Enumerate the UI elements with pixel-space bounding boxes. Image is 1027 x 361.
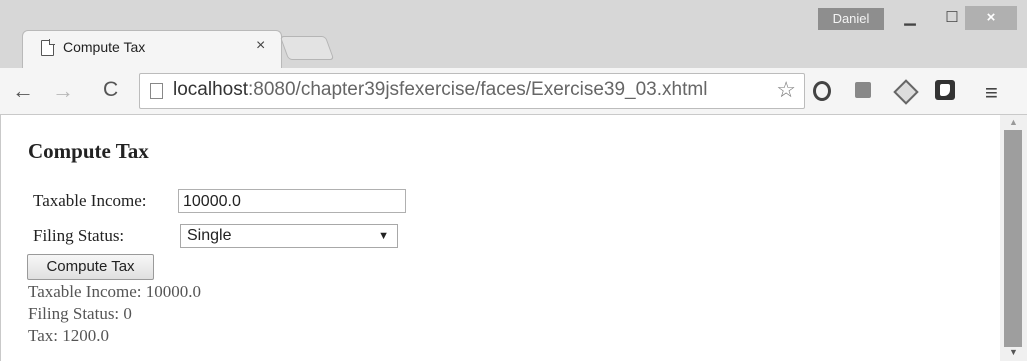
stack-icon[interactable] [855,82,871,98]
page-info-icon[interactable] [150,83,163,99]
page-icon [41,39,55,56]
filing-status-select[interactable]: Single ▼ [180,224,398,248]
tab-title: Compute Tax [63,39,146,55]
result-taxable-income: Taxable Income: 10000.0 [28,282,202,301]
forward-button[interactable]: → [52,78,74,104]
income-label: Taxable Income: [33,191,147,210]
new-tab-button[interactable] [279,36,335,60]
url-host: localhost [173,79,248,100]
bookmark-star-icon[interactable]: ☆ [776,77,796,103]
scroll-down-icon[interactable]: ▼ [1009,347,1018,357]
taxable-income-input[interactable]: 10000.0 [178,189,406,213]
scrollbar-thumb[interactable] [1004,130,1022,347]
tab-close-icon[interactable]: × [256,37,265,55]
reload-button[interactable]: C [103,78,118,102]
title-bar: Daniel ▁ ☐ × Compute Tax × [0,0,1027,69]
tab-compute-tax[interactable]: Compute Tax × [22,30,282,69]
opera-icon[interactable] [813,81,831,101]
cube-icon[interactable] [893,79,919,105]
vertical-scrollbar[interactable]: ▲ ▼ [1000,115,1027,361]
scroll-up-icon[interactable]: ▲ [1009,117,1018,127]
shield-icon[interactable] [935,80,955,100]
page-content: Compute Tax Taxable Income: 10000.0 Fili… [1,115,998,361]
back-button[interactable]: ← [12,78,34,104]
user-profile-badge[interactable]: Daniel [818,8,884,30]
browser-window: Daniel ▁ ☐ × Compute Tax × ← → C localho… [0,0,1027,361]
minimize-button[interactable]: ▁ [888,6,932,30]
url-path: :8080/chapter39jsfexercise/faces/Exercis… [248,79,708,100]
address-bar[interactable]: localhost:8080/chapter39jsfexercise/face… [139,73,805,109]
result-filing-status: Filing Status: 0 [28,304,132,323]
result-tax: Tax: 1200.0 [28,326,109,345]
page-title: Compute Tax [28,139,149,163]
filing-status-label: Filing Status: [33,226,125,245]
page-viewport: Compute Tax Taxable Income: 10000.0 Fili… [0,115,1027,361]
menu-icon[interactable]: ≡ [985,80,998,106]
url-text[interactable]: localhost:8080/chapter39jsfexercise/face… [173,79,707,101]
close-window-button[interactable]: × [965,6,1017,30]
compute-tax-button[interactable]: Compute Tax [27,254,154,280]
dropdown-arrow-icon: ▼ [378,230,389,242]
filing-status-value: Single [187,227,232,244]
browser-toolbar: ← → C localhost:8080/chapter39jsfexercis… [0,68,1027,115]
